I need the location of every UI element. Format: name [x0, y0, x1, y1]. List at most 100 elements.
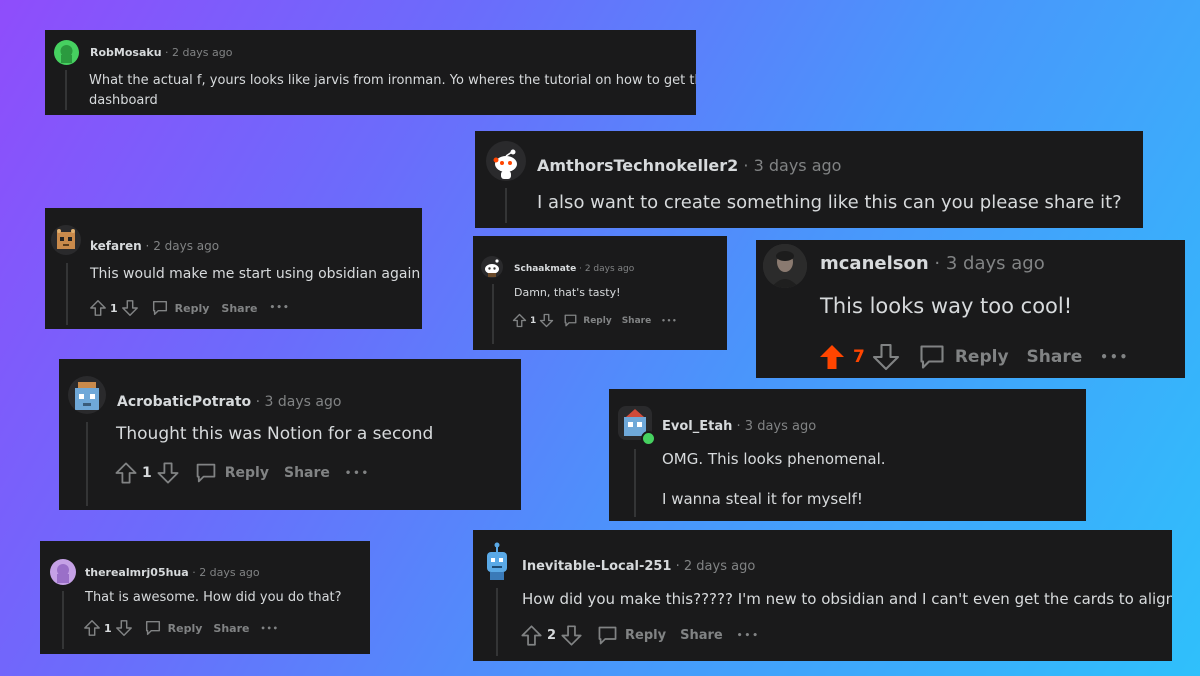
vote-count: 2	[547, 628, 557, 643]
share-button[interactable]: Share	[680, 628, 723, 643]
comment-actions: 2 Reply Share •••	[520, 624, 760, 647]
arrow-down-icon[interactable]	[121, 299, 139, 317]
thread-line[interactable]	[496, 588, 498, 656]
arrow-up-icon[interactable]	[83, 619, 101, 637]
username[interactable]: Schaakmate	[514, 264, 576, 274]
arrow-down-icon[interactable]	[156, 461, 180, 485]
vote-count: 7	[853, 347, 865, 367]
comment-line: I wanna steal it for myself!	[662, 490, 863, 508]
more-options-button[interactable]: •••	[1100, 350, 1129, 364]
avatar[interactable]	[763, 244, 807, 288]
comment-card: RobMosaku · 2 days ago What the actual f…	[45, 30, 696, 115]
arrow-up-icon[interactable]	[89, 299, 107, 317]
avatar[interactable]	[481, 256, 503, 278]
comment-line: What the actual f, yours looks like jarv…	[89, 73, 696, 88]
arrow-down-icon[interactable]	[539, 313, 554, 328]
comment-text: This looks way too cool!	[820, 294, 1073, 318]
thread-line[interactable]	[492, 284, 494, 344]
avatar[interactable]	[54, 40, 79, 65]
username[interactable]: kefaren	[90, 239, 142, 253]
separator: ·	[192, 566, 196, 579]
timestamp[interactable]: 2 days ago	[199, 566, 259, 579]
arrow-up-icon[interactable]	[817, 342, 847, 372]
reply-button[interactable]: Reply	[563, 313, 612, 328]
vote-count: 1	[530, 315, 537, 326]
comment-card: mcanelson · 3 days ago This looks way to…	[756, 240, 1185, 378]
reply-button[interactable]: Reply	[917, 342, 1009, 372]
comment-bubble-icon	[151, 299, 169, 317]
avatar[interactable]	[486, 141, 526, 181]
thread-line[interactable]	[634, 449, 636, 517]
avatar[interactable]	[68, 376, 106, 414]
avatar[interactable]	[50, 559, 76, 585]
comment-card: AcrobaticPotrato · 3 days ago Thought th…	[59, 359, 521, 510]
arrow-down-icon[interactable]	[871, 342, 901, 372]
arrow-down-icon[interactable]	[115, 619, 133, 637]
arrow-up-icon[interactable]	[520, 624, 543, 647]
comment-bubble-icon	[917, 342, 947, 372]
arrow-up-icon[interactable]	[512, 313, 527, 328]
more-options-button[interactable]: •••	[269, 303, 289, 313]
username[interactable]: AmthorsTechnokeller2	[537, 156, 738, 175]
reply-button[interactable]: Reply	[151, 299, 209, 317]
comment-text: This would make me start using obsidian …	[90, 266, 421, 282]
thread-line[interactable]	[62, 591, 64, 649]
arrow-up-icon[interactable]	[114, 461, 138, 485]
reply-button[interactable]: Reply	[144, 619, 202, 637]
more-options-button[interactable]: •••	[661, 317, 677, 325]
timestamp[interactable]: 3 days ago	[265, 394, 342, 410]
arrow-down-icon[interactable]	[560, 624, 583, 647]
timestamp[interactable]: 2 days ago	[684, 559, 755, 574]
vote-count: 1	[142, 465, 152, 481]
separator: ·	[675, 559, 680, 574]
thread-line[interactable]	[86, 422, 88, 506]
separator: ·	[934, 253, 941, 274]
separator: ·	[743, 156, 749, 175]
comment-text: OMG. This looks phenomenal. I wanna stea…	[662, 450, 886, 508]
reply-label: Reply	[954, 347, 1009, 367]
more-options-button[interactable]: •••	[737, 631, 760, 641]
comment-text: Thought this was Notion for a second	[116, 424, 434, 444]
share-button[interactable]: Share	[284, 465, 330, 481]
username[interactable]: Inevitable-Local-251	[522, 559, 671, 574]
username[interactable]: Evol_Etah	[662, 419, 732, 434]
avatar[interactable]	[51, 225, 81, 255]
username[interactable]: RobMosaku	[90, 46, 162, 59]
separator: ·	[165, 46, 169, 59]
username[interactable]: mcanelson	[820, 253, 929, 274]
timestamp[interactable]: 3 days ago	[946, 253, 1045, 274]
more-options-button[interactable]: •••	[345, 468, 370, 479]
share-button[interactable]: Share	[622, 316, 652, 326]
separator: ·	[255, 394, 261, 410]
thread-line[interactable]	[66, 263, 68, 325]
reply-button[interactable]: Reply	[194, 461, 269, 485]
comment-header: Schaakmate · 2 days ago	[514, 264, 634, 274]
comment-actions: 1 Reply Share •••	[83, 619, 279, 637]
thread-line[interactable]	[505, 188, 507, 223]
share-button[interactable]: Share	[221, 302, 257, 315]
comment-bubble-icon	[596, 624, 619, 647]
comment-header: mcanelson · 3 days ago	[820, 253, 1045, 274]
share-button[interactable]: Share	[213, 622, 249, 635]
comment-text: What the actual f, yours looks like jarv…	[89, 71, 696, 111]
timestamp[interactable]: 2 days ago	[172, 46, 232, 59]
comment-header: Inevitable-Local-251 · 2 days ago	[522, 559, 755, 574]
comment-text: How did you make this????? I'm new to ob…	[522, 590, 1172, 608]
timestamp[interactable]: 2 days ago	[153, 239, 219, 253]
username[interactable]: AcrobaticPotrato	[117, 394, 251, 410]
thread-line[interactable]	[65, 70, 67, 110]
reply-button[interactable]: Reply	[596, 624, 666, 647]
share-button[interactable]: Share	[1027, 347, 1083, 367]
more-options-button[interactable]: •••	[260, 624, 278, 633]
comment-line: dashboard	[89, 93, 158, 108]
vote-count: 1	[110, 301, 118, 315]
timestamp[interactable]: 3 days ago	[754, 156, 842, 175]
username[interactable]: therealmrj05hua	[85, 566, 189, 579]
comment-card: Inevitable-Local-251 · 2 days ago How di…	[473, 530, 1172, 661]
timestamp[interactable]: 2 days ago	[585, 264, 634, 274]
reply-label: Reply	[224, 465, 269, 481]
timestamp[interactable]: 3 days ago	[745, 419, 816, 434]
comment-header: AcrobaticPotrato · 3 days ago	[117, 394, 341, 410]
avatar[interactable]	[481, 542, 513, 582]
comment-card: therealmrj05hua · 2 days ago That is awe…	[40, 541, 370, 654]
